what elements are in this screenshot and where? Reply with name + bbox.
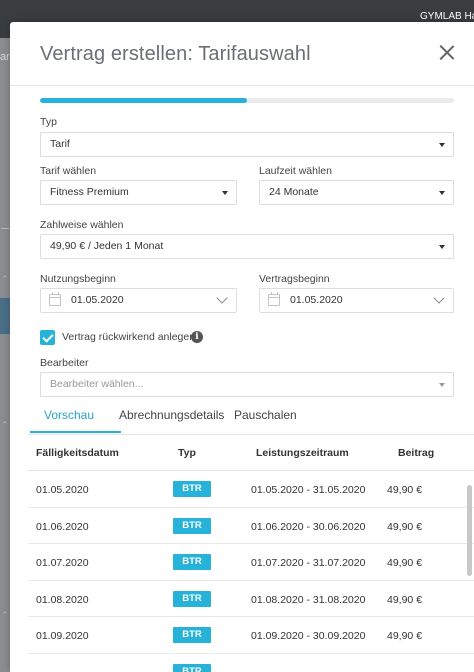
table-row[interactable]: BTR — [28, 654, 474, 672]
create-contract-modal: Vertrag erstellen: Tarifauswahl Typ Tari… — [10, 22, 474, 672]
cell-date: 01.06.2020 — [36, 520, 89, 533]
tarif-select[interactable]: Fitness Premium — [40, 180, 237, 205]
table-row[interactable]: 01.08.2020 BTR 01.08.2020 - 31.08.2020 49,9… — [28, 581, 474, 617]
info-icon[interactable]: i — [191, 331, 203, 343]
type-badge: BTR — [173, 481, 211, 497]
cell-period: 01.08.2020 - 31.08.2020 — [251, 593, 366, 606]
tarif-label: Tarif wählen — [40, 165, 97, 177]
background-divider — [1, 228, 9, 229]
header-faelligkeitsdatum: Fälligkeitsdatum — [36, 447, 119, 459]
cell-amount: 49,90 € — [387, 520, 423, 533]
background-active-nav-item — [0, 298, 10, 334]
tab-pauschalen[interactable]: Pauschalen — [234, 408, 297, 436]
cell-date: 01.09.2020 — [36, 630, 89, 642]
rueckwirkend-checkbox[interactable] — [40, 330, 55, 345]
nutzungsbeginn-datepicker[interactable]: 01.05.2020 — [40, 288, 237, 313]
wizard-progress-bar — [40, 98, 454, 103]
header-typ: Typ — [178, 447, 196, 459]
table-body: 01.05.2020 BTR 01.05.2020 - 31.05.2020 49,9… — [28, 471, 474, 672]
bearbeiter-label: Bearbeiter — [40, 357, 89, 369]
cell-date: 01.07.2020 — [36, 557, 89, 569]
table-row[interactable]: 01.05.2020 BTR 01.05.2020 - 31.05.2020 49,9… — [28, 471, 474, 508]
table-row[interactable]: 01.06.2020 BTR 01.06.2020 - 30.06.2020 49,9… — [28, 508, 474, 544]
vertragsbeginn-value: 01.05.2020 — [290, 294, 343, 306]
chevron-down-icon — [433, 292, 445, 304]
preview-tabs: Vorschau Abrechnungsdetails Pauschalen — [30, 406, 474, 434]
caret-down-icon — [439, 191, 445, 195]
laufzeit-value: 24 Monate — [269, 186, 319, 198]
caret-down-icon — [222, 191, 228, 195]
zahlweise-value: 49,90 € / Jeden 1 Monat — [50, 240, 164, 252]
close-icon[interactable] — [436, 42, 458, 64]
zahlweise-label: Zahlweise wählen — [40, 219, 124, 231]
caret-down-icon — [439, 143, 445, 147]
cell-amount: 49,90 € — [387, 484, 423, 496]
header-leistungszeitraum: Leistungszeitraum — [256, 447, 349, 459]
cell-amount: 49,90 € — [387, 557, 423, 569]
type-badge: BTR — [173, 590, 211, 607]
calendar-icon — [49, 292, 61, 306]
cell-date: 01.08.2020 — [36, 593, 89, 606]
preview-table: Fälligkeitsdatum Typ Leistungszeitraum B… — [28, 434, 474, 672]
active-tab-indicator — [30, 431, 121, 433]
zahlweise-select[interactable]: 49,90 € / Jeden 1 Monat — [40, 234, 454, 259]
table-row[interactable]: 01.07.2020 BTR 01.07.2020 - 31.07.2020 49,9… — [28, 544, 474, 581]
cell-period: 01.07.2020 - 31.07.2020 — [251, 557, 366, 569]
bearbeiter-placeholder: Bearbeiter wählen... — [50, 378, 144, 390]
laufzeit-select[interactable]: 24 Monate — [259, 180, 454, 205]
table-header: Fälligkeitsdatum Typ Leistungszeitraum B… — [28, 435, 474, 471]
chevron-down-icon — [216, 292, 228, 304]
cell-amount: 49,90 € — [387, 630, 423, 642]
tarif-value: Fitness Premium — [50, 186, 129, 198]
caret-down-icon — [439, 383, 445, 387]
vertragsbeginn-label: Vertragsbeginn — [259, 273, 330, 285]
typ-label: Typ — [40, 116, 57, 128]
bearbeiter-select[interactable]: Bearbeiter wählen... — [40, 372, 454, 397]
type-badge: BTR — [173, 554, 211, 570]
type-badge: BTR — [173, 627, 211, 643]
rueckwirkend-label: Vertrag rückwirkend anlegen — [62, 331, 196, 343]
typ-select[interactable]: Tarif — [40, 132, 454, 157]
caret-down-icon — [439, 245, 445, 249]
nutzungsbeginn-label: Nutzungsbeginn — [40, 273, 116, 285]
tab-abrechnungsdetails[interactable]: Abrechnungsdetails — [119, 408, 224, 436]
typ-value: Tarif — [50, 138, 70, 150]
modal-header: Vertrag erstellen: Tarifauswahl — [10, 22, 474, 86]
cell-period: 01.09.2020 - 30.09.2020 — [251, 630, 366, 642]
calendar-icon — [268, 292, 280, 306]
cell-period: 01.06.2020 - 30.06.2020 — [251, 520, 366, 533]
table-row[interactable]: 01.09.2020 BTR 01.09.2020 - 30.09.2020 49,9… — [28, 617, 474, 654]
background-caret-icon: ⌃ — [1, 420, 9, 430]
background-caret-icon: ⌃ — [1, 274, 9, 284]
nutzungsbeginn-value: 01.05.2020 — [71, 294, 124, 306]
cell-amount: 49,90 € — [387, 593, 423, 606]
progress-fill — [40, 98, 247, 103]
modal-title: Vertrag erstellen: Tarifauswahl — [40, 43, 311, 65]
type-badge: BTR — [173, 663, 211, 672]
cell-period: 01.05.2020 - 31.05.2020 — [251, 484, 366, 496]
background-brand-text: GYMLAB Ha — [420, 11, 474, 22]
laufzeit-label: Laufzeit wählen — [259, 165, 332, 177]
type-badge: BTR — [173, 517, 211, 534]
table-scrollbar[interactable] — [467, 485, 472, 576]
cell-date: 01.05.2020 — [36, 484, 89, 496]
background-caret-icon: ⌃ — [1, 610, 9, 620]
vertragsbeginn-datepicker[interactable]: 01.05.2020 — [259, 288, 454, 313]
header-beitrag: Beitrag — [398, 447, 435, 459]
